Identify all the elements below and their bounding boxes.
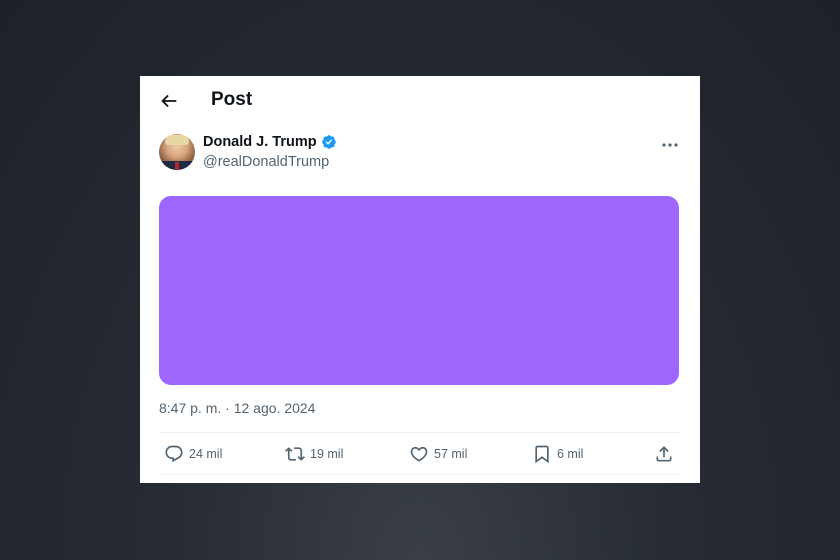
- bookmark-count: 6 mil: [557, 447, 584, 461]
- avatar[interactable]: [159, 134, 195, 170]
- back-arrow-icon: [161, 94, 177, 108]
- reply-icon: [165, 445, 183, 463]
- bookmark-button[interactable]: 6 mil: [532, 441, 583, 467]
- verified-badge-icon: [321, 135, 336, 149]
- post-timestamp[interactable]: 8:47 p. m. · 12 ago. 2024: [159, 400, 315, 416]
- post-actions: 24 mil 19 mil 57 mil 6 mil: [159, 441, 681, 467]
- share-button[interactable]: [654, 441, 674, 467]
- more-options-icon: [662, 143, 678, 147]
- post-author: Donald J. Trump @realDonaldTrump: [159, 134, 681, 174]
- author-name-row: Donald J. Trump: [203, 134, 337, 150]
- back-button[interactable]: [158, 90, 180, 112]
- reply-count: 24 mil: [189, 447, 223, 461]
- post-media[interactable]: [159, 196, 679, 385]
- like-button[interactable]: 57 mil: [409, 441, 467, 467]
- repost-icon: [285, 447, 305, 461]
- divider: [159, 432, 681, 433]
- reply-button[interactable]: 24 mil: [164, 441, 222, 467]
- repost-button[interactable]: 19 mil: [285, 441, 343, 467]
- page-title: Post: [211, 89, 253, 110]
- divider: [159, 474, 681, 475]
- more-options-button[interactable]: [659, 136, 681, 154]
- author-name[interactable]: Donald J. Trump: [203, 134, 317, 150]
- post-card: Post Donald J. Trump @realDonaldTrump 8:…: [140, 76, 700, 483]
- share-icon: [656, 446, 672, 462]
- author-handle[interactable]: @realDonaldTrump: [203, 154, 329, 170]
- post-header: Post: [140, 76, 700, 126]
- bookmark-icon: [535, 445, 549, 464]
- repost-count: 19 mil: [310, 447, 344, 461]
- like-count: 57 mil: [434, 447, 468, 461]
- like-icon: [410, 446, 428, 462]
